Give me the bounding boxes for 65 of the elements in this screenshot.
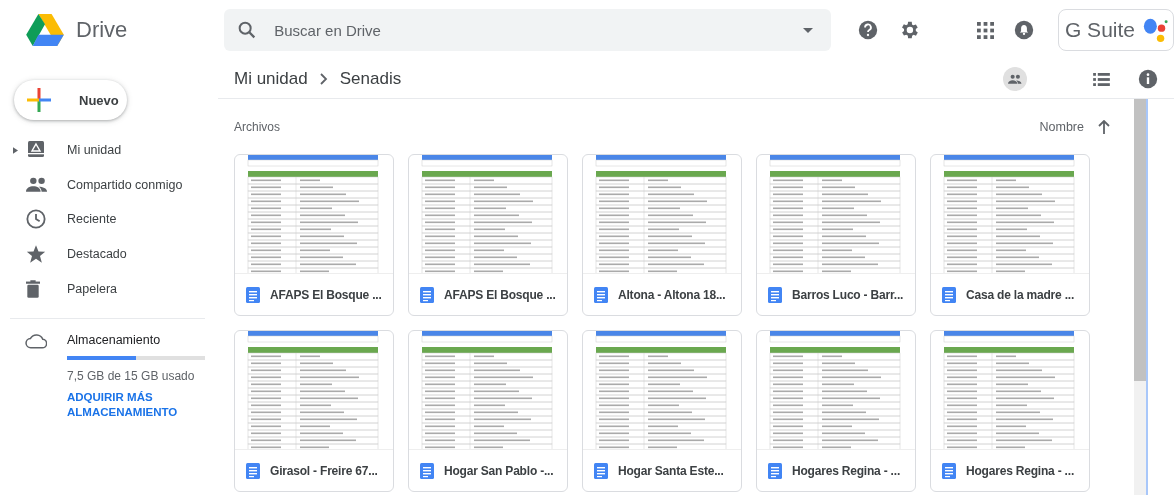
file-name: Barros Luco - Barr... bbox=[792, 287, 904, 302]
document-icon bbox=[942, 462, 956, 479]
file-name: Hogares Regina - ... bbox=[966, 463, 1075, 478]
list-view-icon[interactable] bbox=[1093, 72, 1110, 86]
file-card[interactable]: AFAPS El Bosque ... bbox=[234, 154, 394, 316]
section-title: Archivos bbox=[234, 119, 280, 134]
star-icon bbox=[26, 244, 46, 265]
drive-logo-icon bbox=[26, 14, 64, 46]
sidebar-item[interactable]: Mi unidad bbox=[0, 133, 205, 168]
document-icon bbox=[768, 462, 782, 479]
file-card[interactable]: Casa de la madre ... bbox=[930, 154, 1090, 316]
file-name: AFAPS El Bosque ... bbox=[444, 287, 556, 302]
app-name: Drive bbox=[76, 17, 128, 43]
document-icon bbox=[246, 462, 260, 479]
apps-grid-icon[interactable] bbox=[976, 21, 994, 39]
file-card[interactable]: Hogar Santa Este... bbox=[582, 330, 742, 492]
search-bar[interactable]: Buscar en Drive bbox=[224, 9, 831, 51]
sidebar-item[interactable]: Destacado bbox=[0, 236, 205, 272]
file-card[interactable]: Altona - Altona 18... bbox=[582, 154, 742, 316]
chevron-right-icon bbox=[319, 73, 328, 85]
file-name: Casa de la madre ... bbox=[966, 287, 1075, 302]
sidebar-item[interactable]: Reciente bbox=[0, 202, 205, 237]
file-name: Girasol - Freire 67... bbox=[270, 463, 378, 478]
storage-title: Almacenamiento bbox=[67, 332, 162, 347]
file-card[interactable]: AFAPS El Bosque ... bbox=[408, 154, 568, 316]
sort-arrow-icon[interactable] bbox=[1098, 119, 1110, 134]
assistant-dots-icon bbox=[1141, 17, 1169, 43]
file-name: Hogar San Pablo -... bbox=[444, 463, 554, 478]
info-icon[interactable] bbox=[1138, 69, 1158, 89]
account-badge[interactable]: G Suite bbox=[1057, 9, 1174, 51]
file-name: AFAPS El Bosque ... bbox=[270, 287, 382, 302]
sort-label[interactable]: Nombre bbox=[1039, 119, 1084, 134]
document-icon bbox=[420, 286, 434, 303]
plus-icon bbox=[27, 88, 51, 112]
notifications-icon[interactable] bbox=[1013, 20, 1034, 40]
file-card[interactable]: Hogares Regina - ... bbox=[756, 330, 916, 492]
file-name: Hogar Santa Este... bbox=[618, 463, 724, 478]
file-card[interactable]: Barros Luco - Barr... bbox=[756, 154, 916, 316]
trash-icon bbox=[26, 279, 40, 298]
file-card[interactable]: Hogares Regina - ... bbox=[930, 330, 1090, 492]
expand-arrow-icon[interactable] bbox=[13, 146, 18, 154]
document-icon bbox=[246, 286, 260, 303]
document-icon bbox=[942, 286, 956, 303]
scrollbar[interactable] bbox=[1134, 99, 1148, 495]
document-icon bbox=[420, 462, 434, 479]
clock-icon bbox=[26, 209, 46, 230]
search-field[interactable]: Buscar en Drive bbox=[272, 20, 789, 40]
dropdown-caret-icon[interactable] bbox=[802, 27, 813, 33]
file-card[interactable]: Girasol - Freire 67... bbox=[234, 330, 394, 492]
sidebar-item[interactable]: Compartido conmigo bbox=[0, 167, 205, 203]
new-button[interactable]: Nuevo bbox=[14, 80, 127, 120]
storage-usage: 7,5 GB de 15 GB usado bbox=[67, 368, 196, 383]
breadcrumb-item[interactable]: Mi unidad bbox=[234, 69, 308, 89]
people-icon bbox=[26, 177, 48, 193]
sidebar-item[interactable]: Papelera bbox=[0, 271, 205, 306]
document-icon bbox=[768, 286, 782, 303]
buy-storage-link[interactable]: ADQUIRIR MÁS ALMACENAMIENTO bbox=[67, 389, 187, 420]
cloud-icon bbox=[25, 332, 47, 349]
file-card[interactable]: Hogar San Pablo -... bbox=[408, 330, 568, 492]
file-name: Hogares Regina - ... bbox=[792, 463, 901, 478]
breadcrumb-item[interactable]: Senadis bbox=[339, 69, 402, 89]
document-icon bbox=[594, 286, 608, 303]
document-icon bbox=[594, 462, 608, 479]
help-icon[interactable] bbox=[857, 20, 878, 40]
file-name: Altona - Altona 18... bbox=[618, 287, 726, 302]
